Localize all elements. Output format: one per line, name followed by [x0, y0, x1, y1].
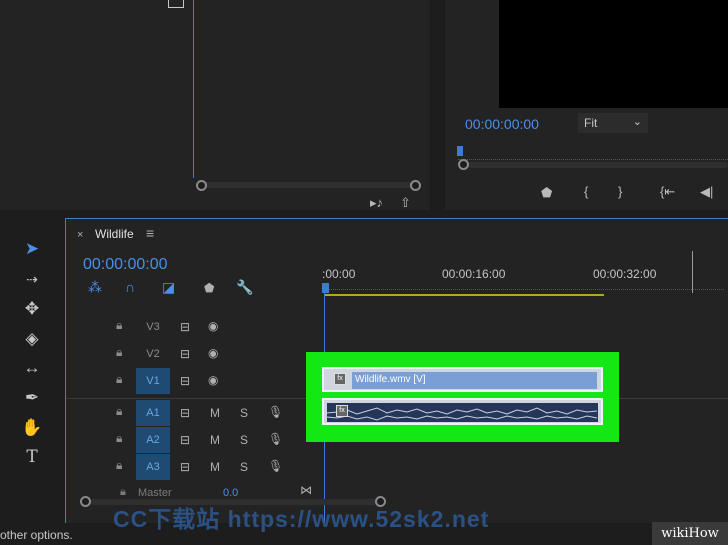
track-target-a2[interactable]: A2 — [136, 427, 170, 453]
track-a3: 🔒︎ A3 ⊟ M S 🎙︎ — [66, 454, 306, 482]
track-target-a3[interactable]: A3 — [136, 454, 170, 480]
video-clip-body: Wildlife.wmv [V] — [352, 372, 597, 389]
slip-tool-icon[interactable]: ↔ — [20, 357, 44, 379]
fx-badge: fx — [336, 405, 348, 417]
track-select-tool-icon[interactable]: ⇢ — [20, 268, 44, 290]
sync-lock-icon[interactable]: ⊟ — [180, 433, 190, 447]
fx-badge: fx — [334, 373, 346, 385]
video-clip[interactable]: fx Wildlife.wmv [V] — [322, 367, 603, 392]
master-volume-value[interactable]: 0.0 — [223, 487, 238, 499]
go-to-in-icon[interactable]: {⇤ — [660, 184, 675, 200]
type-tool-icon[interactable]: T — [20, 446, 44, 468]
mute-button[interactable]: M — [210, 406, 220, 420]
trim-icon[interactable]: ⋈ — [300, 483, 312, 497]
timeline-ruler[interactable] — [324, 282, 724, 290]
timeline-tab-title[interactable]: Wildlife — [95, 227, 134, 241]
track-a2: 🔒︎ A2 ⊟ M S 🎙︎ — [66, 427, 306, 455]
program-ruler[interactable] — [458, 152, 728, 160]
ruler-tick-16: 00:00:16:00 — [442, 267, 506, 281]
timeline-playhead[interactable] — [322, 283, 329, 293]
microphone-icon[interactable]: 🎙︎ — [268, 432, 283, 446]
lock-icon[interactable]: 🔒︎ — [116, 318, 130, 333]
program-zoom-scrollbar[interactable] — [468, 162, 728, 168]
track-target-v2[interactable]: V2 — [136, 341, 170, 367]
pen-tool-icon[interactable]: ✒ — [20, 387, 44, 409]
source-scroll-handle-right[interactable] — [410, 180, 421, 191]
microphone-icon[interactable]: 🎙︎ — [268, 459, 283, 473]
solo-button[interactable]: S — [240, 433, 248, 447]
insert-icon[interactable]: ▸♪ — [370, 195, 383, 211]
work-area-bar[interactable] — [324, 294, 604, 296]
fit-label: Fit — [584, 116, 598, 130]
mark-out-icon[interactable]: } — [618, 184, 622, 199]
program-scroll-handle[interactable] — [458, 159, 469, 170]
program-video-display — [499, 0, 728, 108]
close-icon[interactable]: × — [77, 229, 83, 241]
nest-sequence-icon[interactable]: ⁂ — [88, 279, 102, 296]
snap-icon[interactable]: ∩ — [125, 279, 135, 295]
audio-waveform — [327, 407, 598, 421]
footer-text: other options. — [0, 528, 73, 542]
sync-lock-icon[interactable]: ⊟ — [180, 406, 190, 420]
eye-icon[interactable]: ◉ — [208, 373, 218, 387]
sync-lock-icon[interactable]: ⊟ — [180, 460, 190, 474]
program-timecode[interactable]: 00:00:00:00 — [465, 116, 539, 132]
master-label: Master — [138, 487, 172, 499]
program-playhead[interactable] — [457, 146, 463, 156]
chevron-down-icon: ⌄ — [632, 116, 642, 128]
track-v3: 🔒︎ V3 ⊟ ◉ — [66, 314, 306, 342]
sync-lock-icon[interactable]: ⊟ — [180, 347, 190, 361]
clip-highlight — [306, 352, 619, 442]
solo-button[interactable]: S — [240, 406, 248, 420]
add-marker-icon[interactable]: ⬟ — [204, 281, 214, 295]
eye-icon[interactable]: ◉ — [208, 319, 218, 333]
track-a1: 🔒︎ A1 ⊟ M S 🎙︎ — [66, 400, 306, 428]
mark-in-icon[interactable]: { — [584, 184, 588, 199]
mute-button[interactable]: M — [210, 433, 220, 447]
lock-icon[interactable]: 🔒︎ — [120, 486, 126, 499]
wikihow-logo: wikiHow — [652, 522, 728, 545]
lock-icon[interactable]: 🔒︎ — [116, 458, 130, 473]
export-frame-icon[interactable] — [168, 0, 184, 8]
lock-icon[interactable]: 🔒︎ — [116, 431, 130, 446]
overwrite-icon[interactable]: ⇧ — [400, 195, 411, 211]
fit-dropdown[interactable]: Fit ⌄ — [578, 113, 648, 133]
video-clip-label: Wildlife.wmv [V] — [355, 374, 426, 385]
menu-icon[interactable]: ≡ — [146, 225, 154, 241]
mute-button[interactable]: M — [210, 460, 220, 474]
hand-tool-icon[interactable]: ✋ — [20, 417, 44, 439]
linked-selection-icon[interactable]: ◪ — [162, 279, 175, 296]
source-scroll-handle-left[interactable] — [196, 180, 207, 191]
source-playhead-line — [193, 0, 194, 178]
track-target-a1[interactable]: A1 — [136, 400, 170, 426]
timeline-timecode[interactable]: 00:00:00:00 — [83, 256, 168, 274]
lock-icon[interactable]: 🔒︎ — [116, 404, 130, 419]
source-zoom-scrollbar[interactable] — [202, 182, 416, 188]
track-target-v3[interactable]: V3 — [136, 314, 170, 340]
wrench-icon[interactable]: 🔧 — [236, 279, 253, 296]
add-marker-icon[interactable]: ⬟ — [541, 185, 552, 201]
lock-icon[interactable]: 🔒︎ — [116, 372, 130, 387]
lock-icon[interactable]: 🔒︎ — [116, 345, 130, 360]
microphone-icon[interactable]: 🎙︎ — [268, 405, 283, 419]
watermark: CC下载站 https://www.52sk2.net — [113, 506, 490, 532]
sync-lock-icon[interactable]: ⊟ — [180, 320, 190, 334]
track-v1: 🔒︎ V1 ⊟ ◉ — [66, 368, 306, 396]
track-target-v1[interactable]: V1 — [136, 368, 170, 394]
sync-lock-icon[interactable]: ⊟ — [180, 374, 190, 388]
audio-clip-body — [327, 403, 598, 422]
ruler-tick-0: :00:00 — [322, 267, 356, 281]
tools-panel: ➤ ⇢ ✥ ◈ ↔ ✒ ✋ T — [12, 230, 52, 530]
solo-button[interactable]: S — [240, 460, 248, 474]
ripple-edit-tool-icon[interactable]: ✥ — [20, 298, 44, 320]
selection-tool-icon[interactable]: ➤ — [20, 238, 44, 260]
source-monitor-panel — [0, 0, 430, 210]
ruler-tick-32: 00:00:32:00 — [593, 267, 657, 281]
audio-clip[interactable]: fx — [322, 398, 603, 425]
eye-icon[interactable]: ◉ — [208, 346, 218, 360]
track-v2: 🔒︎ V2 ⊟ ◉ — [66, 341, 306, 369]
step-back-icon[interactable]: ◀| — [700, 184, 713, 200]
timeline-scroll-handle-left[interactable] — [80, 496, 91, 507]
razor-tool-icon[interactable]: ◈ — [20, 328, 44, 350]
